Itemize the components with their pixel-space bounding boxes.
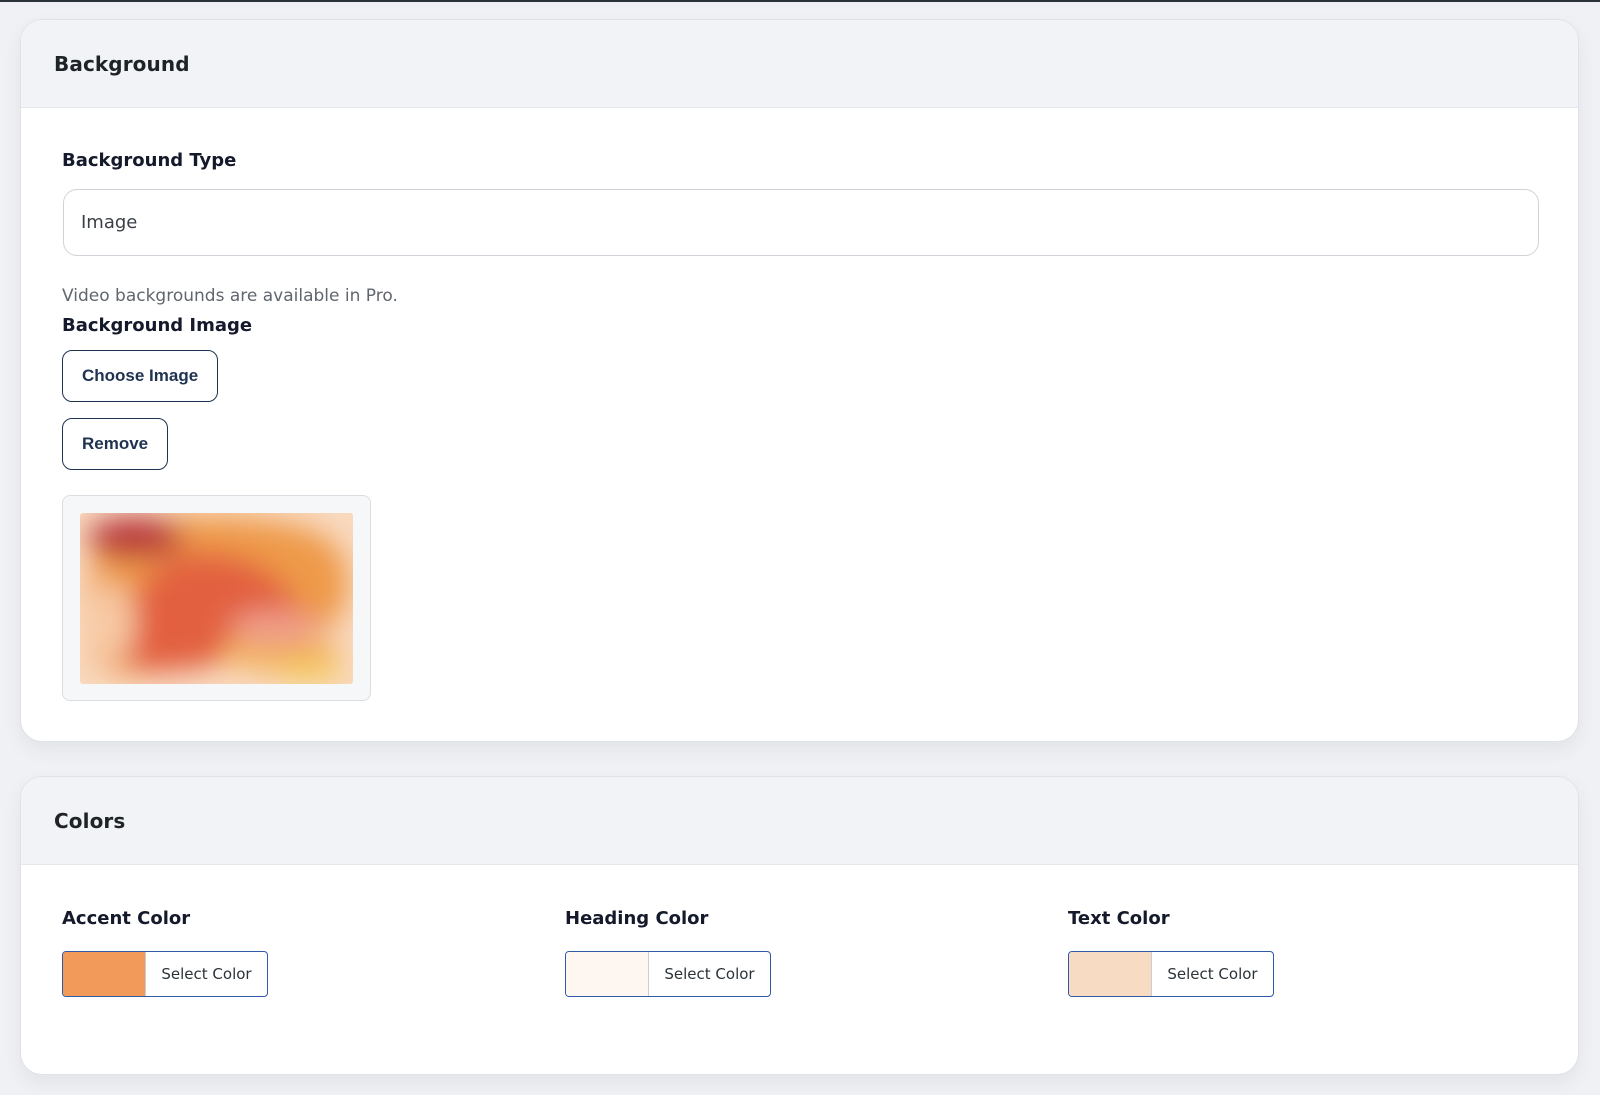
background-image-preview: [62, 495, 371, 701]
accent-color-label: Accent Color: [62, 908, 191, 929]
background-panel: Background Background Type Image Video b…: [20, 19, 1579, 742]
accent-color-swatch[interactable]: [63, 952, 146, 996]
accent-select-color-button[interactable]: Select Color: [146, 952, 267, 996]
heading-select-color-button[interactable]: Select Color: [649, 952, 770, 996]
background-type-value: Image: [81, 212, 138, 233]
text-color-picker[interactable]: Select Color: [1068, 951, 1274, 997]
background-type-label: Background Type: [62, 150, 237, 171]
remove-image-button[interactable]: Remove: [62, 418, 169, 470]
heading-color-picker[interactable]: Select Color: [565, 951, 771, 997]
colors-panel: Colors Accent Color Select Color Heading…: [20, 776, 1579, 1075]
text-color-swatch[interactable]: [1069, 952, 1152, 996]
heading-color-label: Heading Color: [565, 908, 709, 929]
background-type-select[interactable]: Image: [63, 189, 1539, 256]
accent-color-picker[interactable]: Select Color: [62, 951, 268, 997]
background-panel-title: Background: [54, 51, 190, 76]
colors-panel-header: Colors: [21, 777, 1578, 865]
text-color-label: Text Color: [1068, 908, 1170, 929]
colors-panel-title: Colors: [54, 808, 126, 833]
text-select-color-button[interactable]: Select Color: [1152, 952, 1273, 996]
background-image-thumbnail: [80, 513, 353, 684]
background-image-label: Background Image: [62, 315, 253, 336]
choose-image-button[interactable]: Choose Image: [62, 350, 219, 402]
background-panel-header: Background: [21, 20, 1578, 108]
background-help-text: Video backgrounds are available in Pro.: [62, 286, 398, 306]
heading-color-swatch[interactable]: [566, 952, 649, 996]
top-border: [0, 0, 1600, 2]
